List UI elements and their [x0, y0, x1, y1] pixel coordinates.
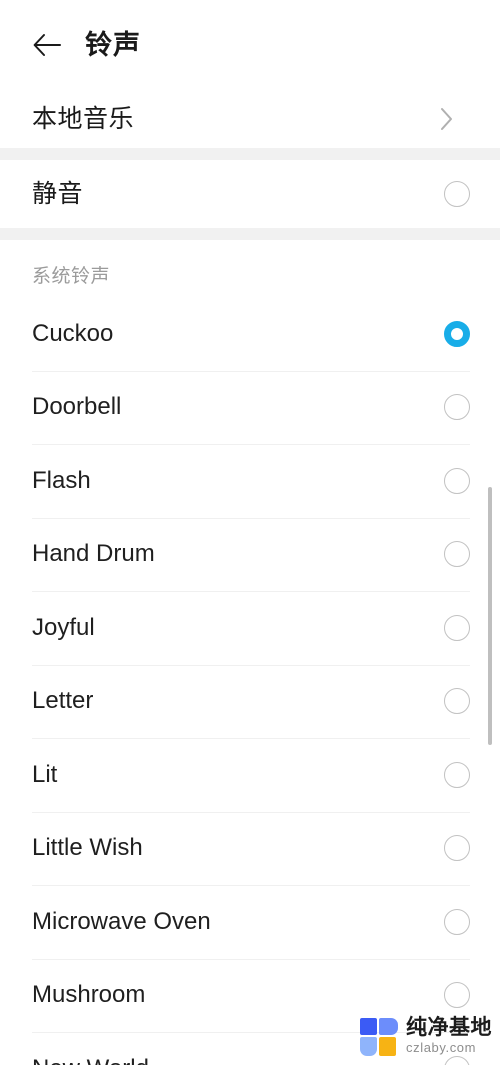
ringtone-row[interactable]: Microwave Oven: [0, 885, 500, 959]
ringtone-radio[interactable]: [444, 761, 470, 788]
ringtone-radio[interactable]: [444, 394, 470, 421]
ringtone-radio[interactable]: [444, 688, 470, 715]
ringtone-label: Hand Drum: [32, 540, 155, 568]
ringtone-row[interactable]: Doorbell: [0, 370, 500, 444]
ringtone-label: Lit: [32, 760, 58, 788]
ringtone-label: Little Wish: [32, 834, 143, 862]
ringtone-radio[interactable]: [444, 835, 470, 862]
ringtone-label: Cuckoo: [32, 319, 114, 347]
ringtone-list: Cuckoo Doorbell Flash Hand Drum Joyful Letter…: [0, 297, 500, 1065]
ringtone-radio[interactable]: [444, 467, 470, 494]
ringtone-label: Letter: [32, 687, 94, 715]
ringtone-label: Doorbell: [32, 393, 122, 421]
ringtone-row[interactable]: Mushroom: [0, 958, 500, 1032]
ringtone-row[interactable]: Little Wish: [0, 811, 500, 885]
ringtone-label: Joyful: [32, 613, 95, 641]
ringtone-radio[interactable]: [444, 320, 470, 347]
silent-radio[interactable]: [444, 181, 470, 207]
system-ringtones-section-header: 系统铃声: [32, 266, 111, 287]
ringtone-row[interactable]: New World: [0, 1032, 500, 1065]
section-divider-band-top: [0, 148, 500, 160]
silent-row[interactable]: 静音: [0, 160, 500, 228]
ringtone-row[interactable]: Flash: [0, 444, 500, 518]
ringtone-row[interactable]: Joyful: [0, 591, 500, 665]
ringtone-row[interactable]: Cuckoo: [0, 297, 500, 371]
arrow-left-icon: [32, 32, 62, 58]
ringtone-settings-screen: 铃声 本地音乐 静音 系统铃声 Cuckoo Doorbell Flash Hand …: [0, 0, 500, 1065]
ringtone-radio[interactable]: [444, 541, 470, 568]
page-title: 铃声: [85, 29, 141, 60]
local-music-label: 本地音乐: [32, 105, 135, 133]
scrollbar-thumb[interactable]: [488, 487, 492, 745]
ringtone-radio[interactable]: [444, 908, 470, 935]
silent-label: 静音: [32, 180, 84, 208]
section-divider-band-bottom: [0, 228, 500, 240]
ringtone-label: Mushroom: [32, 981, 146, 1009]
chevron-right-icon: [436, 108, 458, 130]
ringtone-label: New World: [32, 1054, 444, 1065]
ringtone-radio[interactable]: [444, 982, 470, 1009]
ringtone-radio[interactable]: [444, 1055, 470, 1065]
ringtone-row[interactable]: Hand Drum: [0, 517, 500, 591]
ringtone-label: Flash: [32, 466, 91, 494]
ringtone-row[interactable]: Letter: [0, 664, 500, 738]
ringtone-radio[interactable]: [444, 614, 470, 641]
back-button[interactable]: [21, 19, 73, 71]
local-music-row[interactable]: 本地音乐: [0, 90, 500, 148]
app-header: 铃声: [0, 0, 500, 90]
ringtone-label: Microwave Oven: [32, 907, 211, 935]
ringtone-row[interactable]: Lit: [0, 738, 500, 812]
